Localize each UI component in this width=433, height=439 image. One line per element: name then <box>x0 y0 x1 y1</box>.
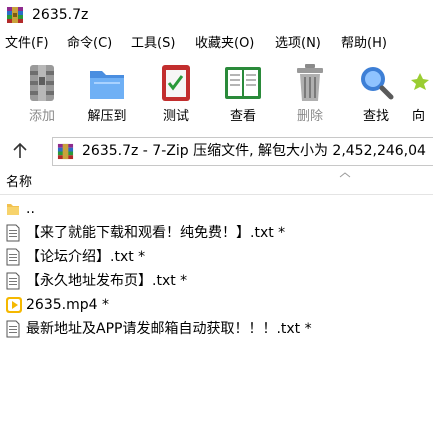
extract-to-button[interactable]: 解压到 <box>78 57 136 129</box>
find-label: 查找 <box>362 109 389 124</box>
text-file-icon <box>6 248 20 266</box>
file-name: 2635.mp4 * <box>26 297 109 313</box>
file-row[interactable]: 最新地址及APP请发邮箱自动获取！！！.txt * <box>0 317 433 341</box>
folder-icon <box>7 204 19 215</box>
video-play-icon <box>6 297 22 313</box>
add-button[interactable]: 添加 <box>13 57 71 129</box>
address-bar: 2635.7z - 7-Zip 压缩文件, 解包大小为 2,452,246,04 <box>0 136 433 166</box>
menu-tools[interactable]: 工具(S) <box>131 36 175 52</box>
file-row[interactable]: 2635.mp4 * <box>0 293 433 317</box>
menu-bar: 文件(F) 命令(C) 工具(S) 收藏夹(O) 选项(N) 帮助(H) <box>0 33 433 55</box>
archive-icon <box>57 143 74 160</box>
text-file-icon <box>6 224 20 242</box>
find-button[interactable]: 查找 <box>347 57 405 129</box>
file-row-parent[interactable]: .. <box>0 197 433 221</box>
wizard-label: 向 <box>412 109 426 124</box>
menu-options[interactable]: 选项(N) <box>275 36 321 52</box>
menu-help[interactable]: 帮助(H) <box>341 36 387 52</box>
text-file-icon <box>6 272 20 290</box>
file-name: 【来了就能下载和观看！纯免费！】.txt * <box>26 225 286 241</box>
file-row[interactable]: 【论坛介绍】.txt * <box>0 245 433 269</box>
toolbar: 添加 解压到 测试 查看 删除 查找 向 <box>0 57 433 131</box>
sort-chevron-up-icon <box>339 172 351 178</box>
delete-button[interactable]: 删除 <box>281 57 339 129</box>
wizard-icon <box>411 73 429 90</box>
menu-commands[interactable]: 命令(C) <box>67 36 112 52</box>
view-button[interactable]: 查看 <box>214 57 272 129</box>
file-name: 【永久地址发布页】.txt * <box>26 273 188 289</box>
file-name: 【论坛介绍】.txt * <box>26 249 146 265</box>
view-label: 查看 <box>229 109 256 124</box>
add-label: 添加 <box>28 109 55 124</box>
title-bar: 2635.7z <box>0 0 433 32</box>
address-text: 2635.7z - 7-Zip 压缩文件, 解包大小为 2,452,246,04 <box>82 143 426 159</box>
test-button[interactable]: 测试 <box>147 57 205 129</box>
text-file-icon <box>6 320 20 338</box>
file-list: .. 【来了就能下载和观看！纯免费！】.txt * 【论坛介绍】.txt * 【… <box>0 197 433 439</box>
address-field[interactable]: 2635.7z - 7-Zip 压缩文件, 解包大小为 2,452,246,04 <box>52 137 433 166</box>
file-row[interactable]: 【来了就能下载和观看！纯免费！】.txt * <box>0 221 433 245</box>
column-name-header[interactable]: 名称 <box>6 175 32 191</box>
menu-file[interactable]: 文件(F) <box>5 36 49 52</box>
test-label: 测试 <box>162 109 189 124</box>
trash-icon <box>297 64 323 101</box>
extract-to-label: 解压到 <box>87 109 127 124</box>
delete-label: 删除 <box>296 109 323 124</box>
test-checklist-icon <box>162 65 190 101</box>
wizard-button[interactable]: 向 <box>406 57 433 129</box>
magnifier-icon <box>361 67 394 100</box>
file-name: .. <box>26 201 35 217</box>
menu-favorites[interactable]: 收藏夹(O) <box>195 36 254 52</box>
view-book-icon <box>225 67 261 99</box>
winrar-archive-icon <box>7 7 23 23</box>
file-row[interactable]: 【永久地址发布页】.txt * <box>0 269 433 293</box>
extract-folder-icon <box>90 71 124 99</box>
file-name: 最新地址及APP请发邮箱自动获取！！！.txt * <box>26 321 312 337</box>
add-archive-icon <box>30 65 54 101</box>
column-header: 名称 <box>0 172 433 195</box>
window-title: 2635.7z <box>32 7 89 23</box>
up-arrow-icon[interactable] <box>9 140 31 162</box>
